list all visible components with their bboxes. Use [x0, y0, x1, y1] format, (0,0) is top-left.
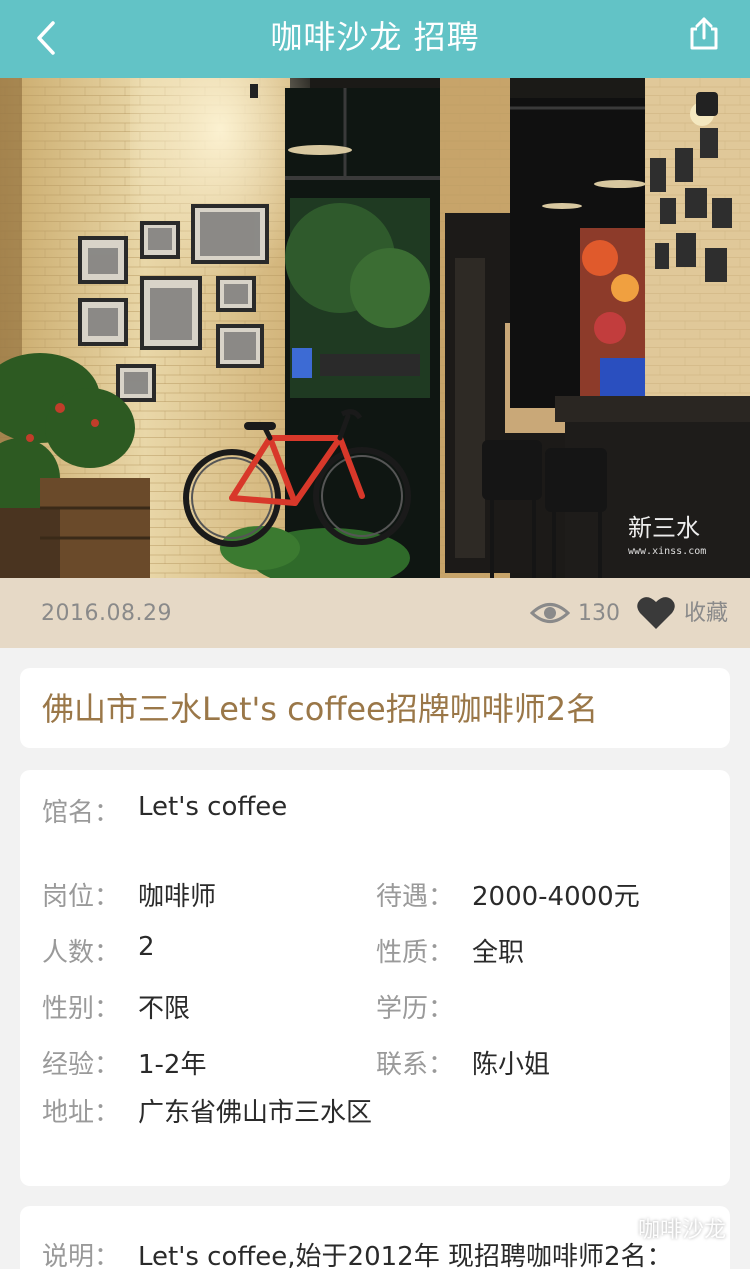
share-icon — [690, 17, 718, 50]
headcount-value: 2 — [138, 932, 155, 962]
view-count: 130 — [578, 601, 620, 626]
job-type-label: 性质： — [376, 938, 455, 968]
education-label: 学历： — [376, 994, 455, 1024]
account-watermark: 咖啡沙龙 — [599, 1212, 726, 1244]
photo-watermark-url: www.xinss.com — [628, 546, 706, 557]
experience-label: 经验： — [42, 1050, 121, 1080]
job-type-value: 全职 — [472, 938, 525, 968]
description-label: 说明： — [42, 1242, 121, 1269]
salary-value: 2000-4000元 — [472, 882, 640, 912]
description-text: Let's coffee,始于2012年 现招聘咖啡师2名： — [138, 1242, 673, 1269]
job-info-card: 馆名： Let's coffee 岗位： 咖啡师 待遇： 2000-4000元 … — [20, 770, 730, 1186]
photo-watermark-cn: 新三水 — [628, 514, 700, 542]
post-title: 佛山市三水Let's coffee招牌咖啡师2名 — [42, 690, 599, 728]
venue-value: Let's coffee — [138, 792, 288, 822]
post-title-card: 佛山市三水Let's coffee招牌咖啡师2名 — [20, 668, 730, 748]
eye-icon — [529, 598, 571, 628]
contact-value: 陈小姐 — [472, 1050, 551, 1080]
gender-value: 不限 — [138, 994, 191, 1024]
position-label: 岗位： — [42, 882, 121, 912]
venue-label: 馆名： — [42, 798, 121, 828]
favorite-label[interactable]: 收藏 — [684, 578, 728, 650]
post-meta-bar: 2016.08.29 130 收藏 — [0, 578, 750, 648]
post-date: 2016.08.29 — [41, 601, 172, 626]
address-value: 广东省佛山市三水区 — [138, 1098, 373, 1128]
share-button[interactable] — [686, 16, 726, 56]
top-nav-bar: 咖啡沙龙 招聘 — [0, 0, 750, 78]
salary-label: 待遇： — [376, 882, 455, 912]
address-label: 地址： — [42, 1098, 121, 1128]
experience-value: 1-2年 — [138, 1050, 207, 1080]
watermark-text: 咖啡沙龙 — [637, 1218, 726, 1243]
headcount-label: 人数： — [42, 938, 121, 968]
page-title: 咖啡沙龙 招聘 — [270, 18, 480, 56]
gender-label: 性别： — [42, 994, 121, 1024]
favorite-button[interactable] — [636, 595, 676, 631]
contact-label: 联系： — [376, 1050, 455, 1080]
heart-icon — [637, 597, 675, 629]
wechat-icon — [599, 1216, 630, 1239]
position-value: 咖啡师 — [138, 882, 217, 912]
cafe-photo: 新三水 www.xinss.com — [0, 78, 750, 578]
